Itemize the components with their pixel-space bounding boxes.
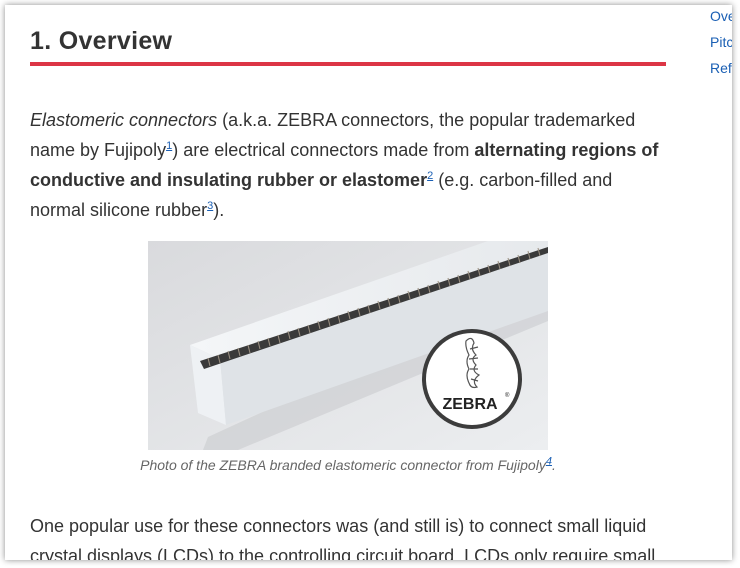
connector-illustration: ZEBRA ®	[148, 241, 548, 450]
second-paragraph: One popular use for these connectors was…	[30, 516, 656, 560]
caption-end: .	[551, 457, 556, 473]
heading-underline	[30, 62, 666, 66]
caption-text: Photo of the ZEBRA branded elastomeric c…	[140, 457, 546, 473]
toc-item-references[interactable]: Ref	[710, 55, 732, 81]
zebra-connector-photo: ZEBRA ®	[148, 241, 548, 450]
intro-text-4: ).	[213, 200, 225, 220]
browser-viewport: 1. Overview Elastomeric connectors (a.k.…	[5, 5, 732, 560]
table-of-contents: Ove Pitc Ref	[710, 5, 732, 81]
intro-paragraph: Elastomeric connectors (a.k.a. ZEBRA con…	[30, 105, 666, 225]
section-number: 1.	[30, 27, 52, 55]
term-elastomeric-connectors: Elastomeric connectors	[30, 110, 218, 130]
section-title: Overview	[58, 27, 173, 55]
toc-item-overview[interactable]: Ove	[710, 5, 732, 29]
intro-text-2: ) are electrical connectors made from	[172, 140, 475, 160]
registered-mark: ®	[505, 392, 510, 399]
section-heading: 1. Overview	[30, 27, 172, 56]
figure: ZEBRA ® Photo of the ZEBRA branded elast…	[140, 241, 556, 473]
zebra-logo-text: ZEBRA	[442, 396, 498, 413]
figure-caption: Photo of the ZEBRA branded elastomeric c…	[128, 453, 568, 477]
toc-item-pitch[interactable]: Pitc	[710, 29, 732, 55]
